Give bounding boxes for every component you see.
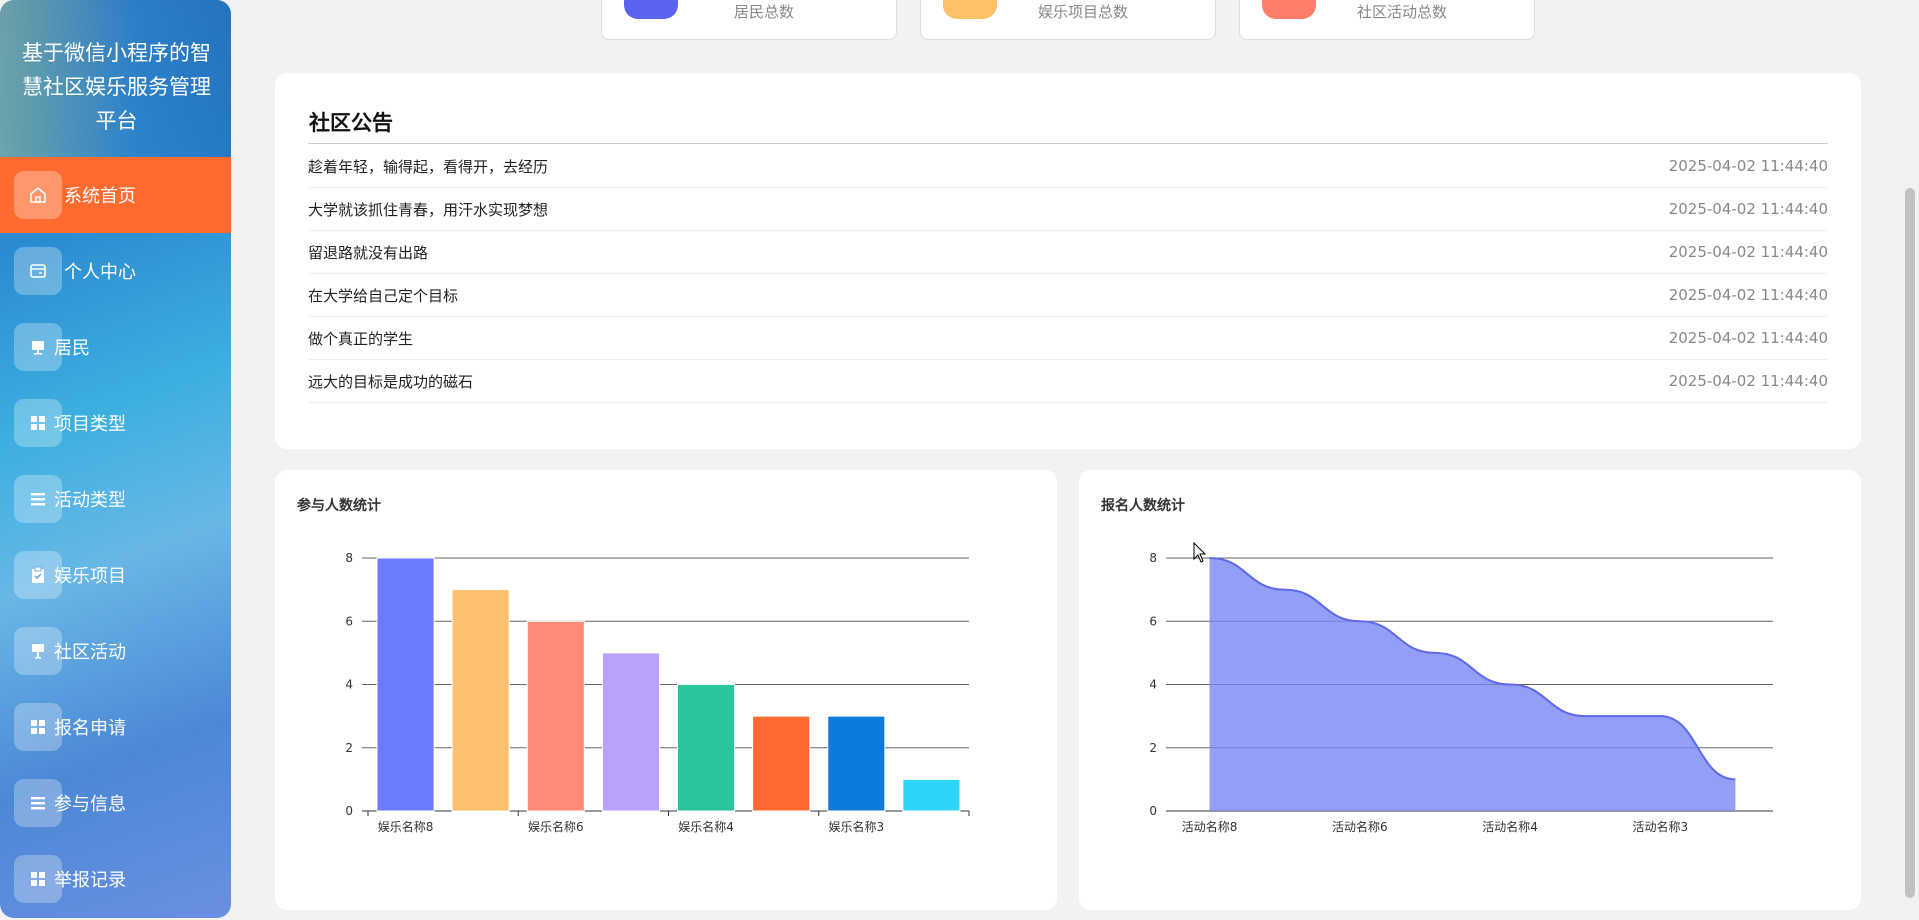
stat-label: 居民总数 (733, 3, 794, 21)
sidebar-item-label: 参与信息 (54, 794, 126, 815)
sidebar-item-project-types[interactable]: 项目类型 (0, 385, 231, 461)
x-tick-label: 娱乐名称8 (378, 819, 434, 834)
bar (451, 589, 510, 812)
notice-text: 大学就该抓住青春，用汗水实现梦想 (308, 200, 549, 219)
list-item[interactable]: 趁着年轻，输得起，看得开，去经历 2025-04-02 11:44:40 (308, 145, 1828, 188)
registration-area-chart: 0 2 4 6 8 活动名称8 活动名称6 活动名称4 活动名称3 (1149, 551, 1773, 834)
sidebar-item-label: 活动类型 (54, 490, 126, 511)
bar (752, 715, 811, 812)
divider (308, 143, 1828, 144)
stat-card-residents: 居民总数 (601, 0, 897, 40)
list-item[interactable]: 大学就该抓住青春，用汗水实现梦想 2025-04-02 11:44:40 (308, 188, 1828, 231)
sidebar-item-home[interactable]: 系统首页 (0, 157, 231, 233)
sidebar-item-activity-types[interactable]: 活动类型 (0, 461, 231, 537)
wallet-icon (14, 247, 62, 295)
x-tick-label: 活动名称4 (1482, 819, 1538, 834)
y-tick-label: 8 (345, 551, 353, 565)
y-tick-label: 8 (1149, 551, 1157, 565)
sidebar-item-profile[interactable]: 个人中心 (0, 233, 231, 309)
notice-panel: 社区公告 趁着年轻，输得起，看得开，去经历 2025-04-02 11:44:4… (275, 73, 1861, 449)
home-icon (14, 171, 62, 219)
list-item[interactable]: 远大的目标是成功的磁石 2025-04-02 11:44:40 (308, 360, 1828, 403)
sidebar-item-community-activities[interactable]: 社区活动 (0, 613, 231, 689)
sidebar-item-label: 个人中心 (64, 262, 136, 283)
notice-time: 2025-04-02 11:44:40 (1668, 329, 1828, 347)
notice-time: 2025-04-02 11:44:40 (1668, 157, 1828, 175)
sidebar-item-participation[interactable]: 参与信息 (0, 765, 231, 841)
participation-chart-panel: 参与人数统计 0 2 4 6 8 娱乐名称8 娱乐名称6 娱乐名称4 娱乐名称3 (275, 470, 1057, 910)
bar (902, 778, 961, 812)
sidebar-item-entertainment[interactable]: 娱乐项目 (0, 537, 231, 613)
list-item[interactable]: 在大学给自己定个目标 2025-04-02 11:44:40 (308, 274, 1828, 317)
notice-text: 做个真正的学生 (308, 329, 414, 348)
bar (526, 620, 585, 812)
x-tick-label: 活动名称8 (1182, 819, 1238, 834)
sidebar-item-label: 项目类型 (54, 414, 126, 435)
stat-label: 社区活动总数 (1356, 3, 1447, 21)
sidebar: 基于微信小程序的智慧社区娱乐服务管理平台 系统首页 个人中心 居民 项目类型 活… (0, 0, 231, 918)
sidebar-item-residents[interactable]: 居民 (0, 309, 231, 385)
app-title: 基于微信小程序的智慧社区娱乐服务管理平台 (22, 41, 211, 133)
list-item[interactable]: 留退路就没有出路 2025-04-02 11:44:40 (308, 231, 1828, 274)
bar (827, 715, 886, 812)
x-tick-label: 娱乐名称6 (528, 819, 584, 834)
y-tick-label: 4 (345, 678, 353, 692)
list-item[interactable]: 做个真正的学生 2025-04-02 11:44:40 (308, 317, 1828, 360)
sidebar-item-label: 娱乐项目 (54, 566, 126, 587)
sidebar-item-label: 社区活动 (54, 642, 126, 663)
sidebar-item-registrations[interactable]: 报名申请 (0, 689, 231, 765)
notice-text: 趁着年轻，输得起，看得开，去经历 (308, 157, 549, 176)
stat-label: 娱乐项目总数 (1037, 3, 1128, 21)
registration-chart-panel: 报名人数统计 0 2 4 6 8 活动名称8 活动名称6 活动名称4 活动名称3 (1079, 470, 1861, 910)
sidebar-item-label: 系统首页 (64, 186, 136, 207)
notice-list: 趁着年轻，输得起，看得开，去经历 2025-04-02 11:44:40 大学就… (308, 145, 1828, 403)
sidebar-item-label: 报名申请 (54, 718, 126, 739)
notice-time: 2025-04-02 11:44:40 (1668, 243, 1828, 261)
cursor-icon (1193, 542, 1207, 563)
bar (376, 557, 435, 812)
notice-title: 社区公告 (309, 111, 393, 135)
y-tick-label: 6 (345, 614, 353, 628)
notice-time: 2025-04-02 11:44:40 (1668, 200, 1828, 218)
sidebar-item-reports[interactable]: 举报记录 (0, 841, 231, 917)
notice-text: 在大学给自己定个目标 (308, 286, 459, 305)
scrollbar[interactable] (1901, 0, 1919, 920)
notice-time: 2025-04-02 11:44:40 (1668, 286, 1828, 304)
sidebar-item-label: 举报记录 (54, 870, 126, 891)
y-tick-label: 6 (1149, 614, 1157, 628)
bar (601, 652, 660, 812)
x-tick-label: 活动名称6 (1332, 819, 1388, 834)
y-tick-label: 0 (1149, 804, 1157, 818)
y-tick-label: 2 (345, 741, 353, 755)
sidebar-item-label: 居民 (54, 338, 90, 359)
y-tick-label: 2 (1149, 741, 1157, 755)
participation-bar-chart: 0 2 4 6 8 娱乐名称8 娱乐名称6 娱乐名称4 娱乐名称3 (345, 551, 970, 834)
sidebar-menu: 系统首页 个人中心 居民 项目类型 活动类型 娱乐项目 社区活动 报名申请 参与… (0, 157, 231, 917)
x-tick-label: 活动名称3 (1632, 819, 1688, 834)
notice-text: 远大的目标是成功的磁石 (308, 372, 474, 391)
scrollbar-thumb[interactable] (1905, 188, 1915, 898)
x-tick-label: 娱乐名称3 (828, 819, 884, 834)
y-tick-label: 0 (345, 804, 353, 818)
stat-card-entertainment: 娱乐项目总数 (920, 0, 1216, 40)
notice-text: 留退路就没有出路 (308, 243, 429, 262)
y-tick-label: 4 (1149, 678, 1157, 692)
notice-time: 2025-04-02 11:44:40 (1668, 372, 1828, 390)
x-tick-label: 娱乐名称4 (678, 819, 734, 834)
bar (677, 684, 736, 812)
stat-card-activities: 社区活动总数 (1239, 0, 1535, 40)
